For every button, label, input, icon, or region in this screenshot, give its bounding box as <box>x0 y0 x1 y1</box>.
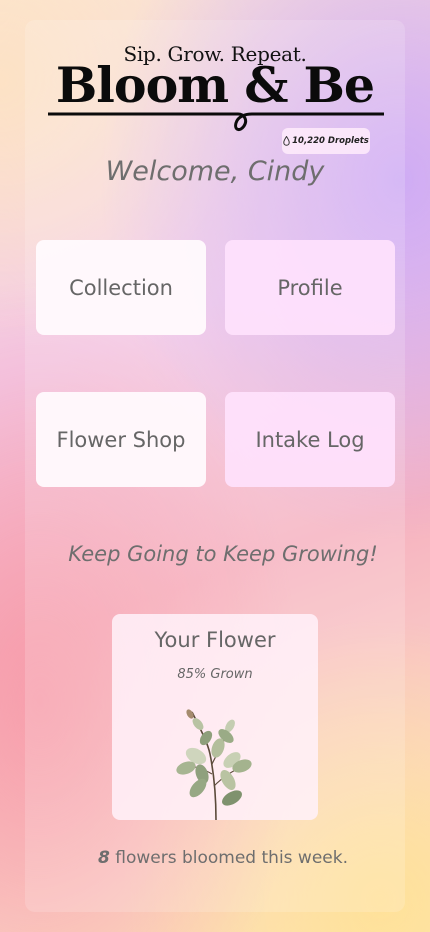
welcome-message: Welcome, Cindy <box>105 156 325 187</box>
collection-button[interactable]: Collection <box>36 240 206 335</box>
flower-card-title: Your Flower <box>154 628 276 652</box>
your-flower-card[interactable]: Your Flower 85% Grown <box>112 614 318 820</box>
weekly-bloom-text: flowers bloomed this week. <box>109 848 348 868</box>
flower-shop-button[interactable]: Flower Shop <box>36 392 206 487</box>
droplets-balance-badge[interactable]: 10,220 Droplets <box>282 128 370 154</box>
profile-button[interactable]: Profile <box>225 240 395 335</box>
droplets-balance-value: 10,220 Droplets <box>292 136 369 146</box>
eucalyptus-sprig-icon <box>176 709 252 820</box>
logo-underline-swirl <box>48 112 384 132</box>
weekly-bloom-summary: 8 flowers bloomed this week. <box>0 848 430 868</box>
intake-log-button[interactable]: Intake Log <box>225 392 395 487</box>
motivation-message: Keep Going to Keep Growing! <box>68 542 378 566</box>
water-drop-icon <box>283 136 290 146</box>
flower-growth-status: 85% Grown <box>177 667 253 682</box>
weekly-bloom-count: 8 <box>98 848 110 868</box>
